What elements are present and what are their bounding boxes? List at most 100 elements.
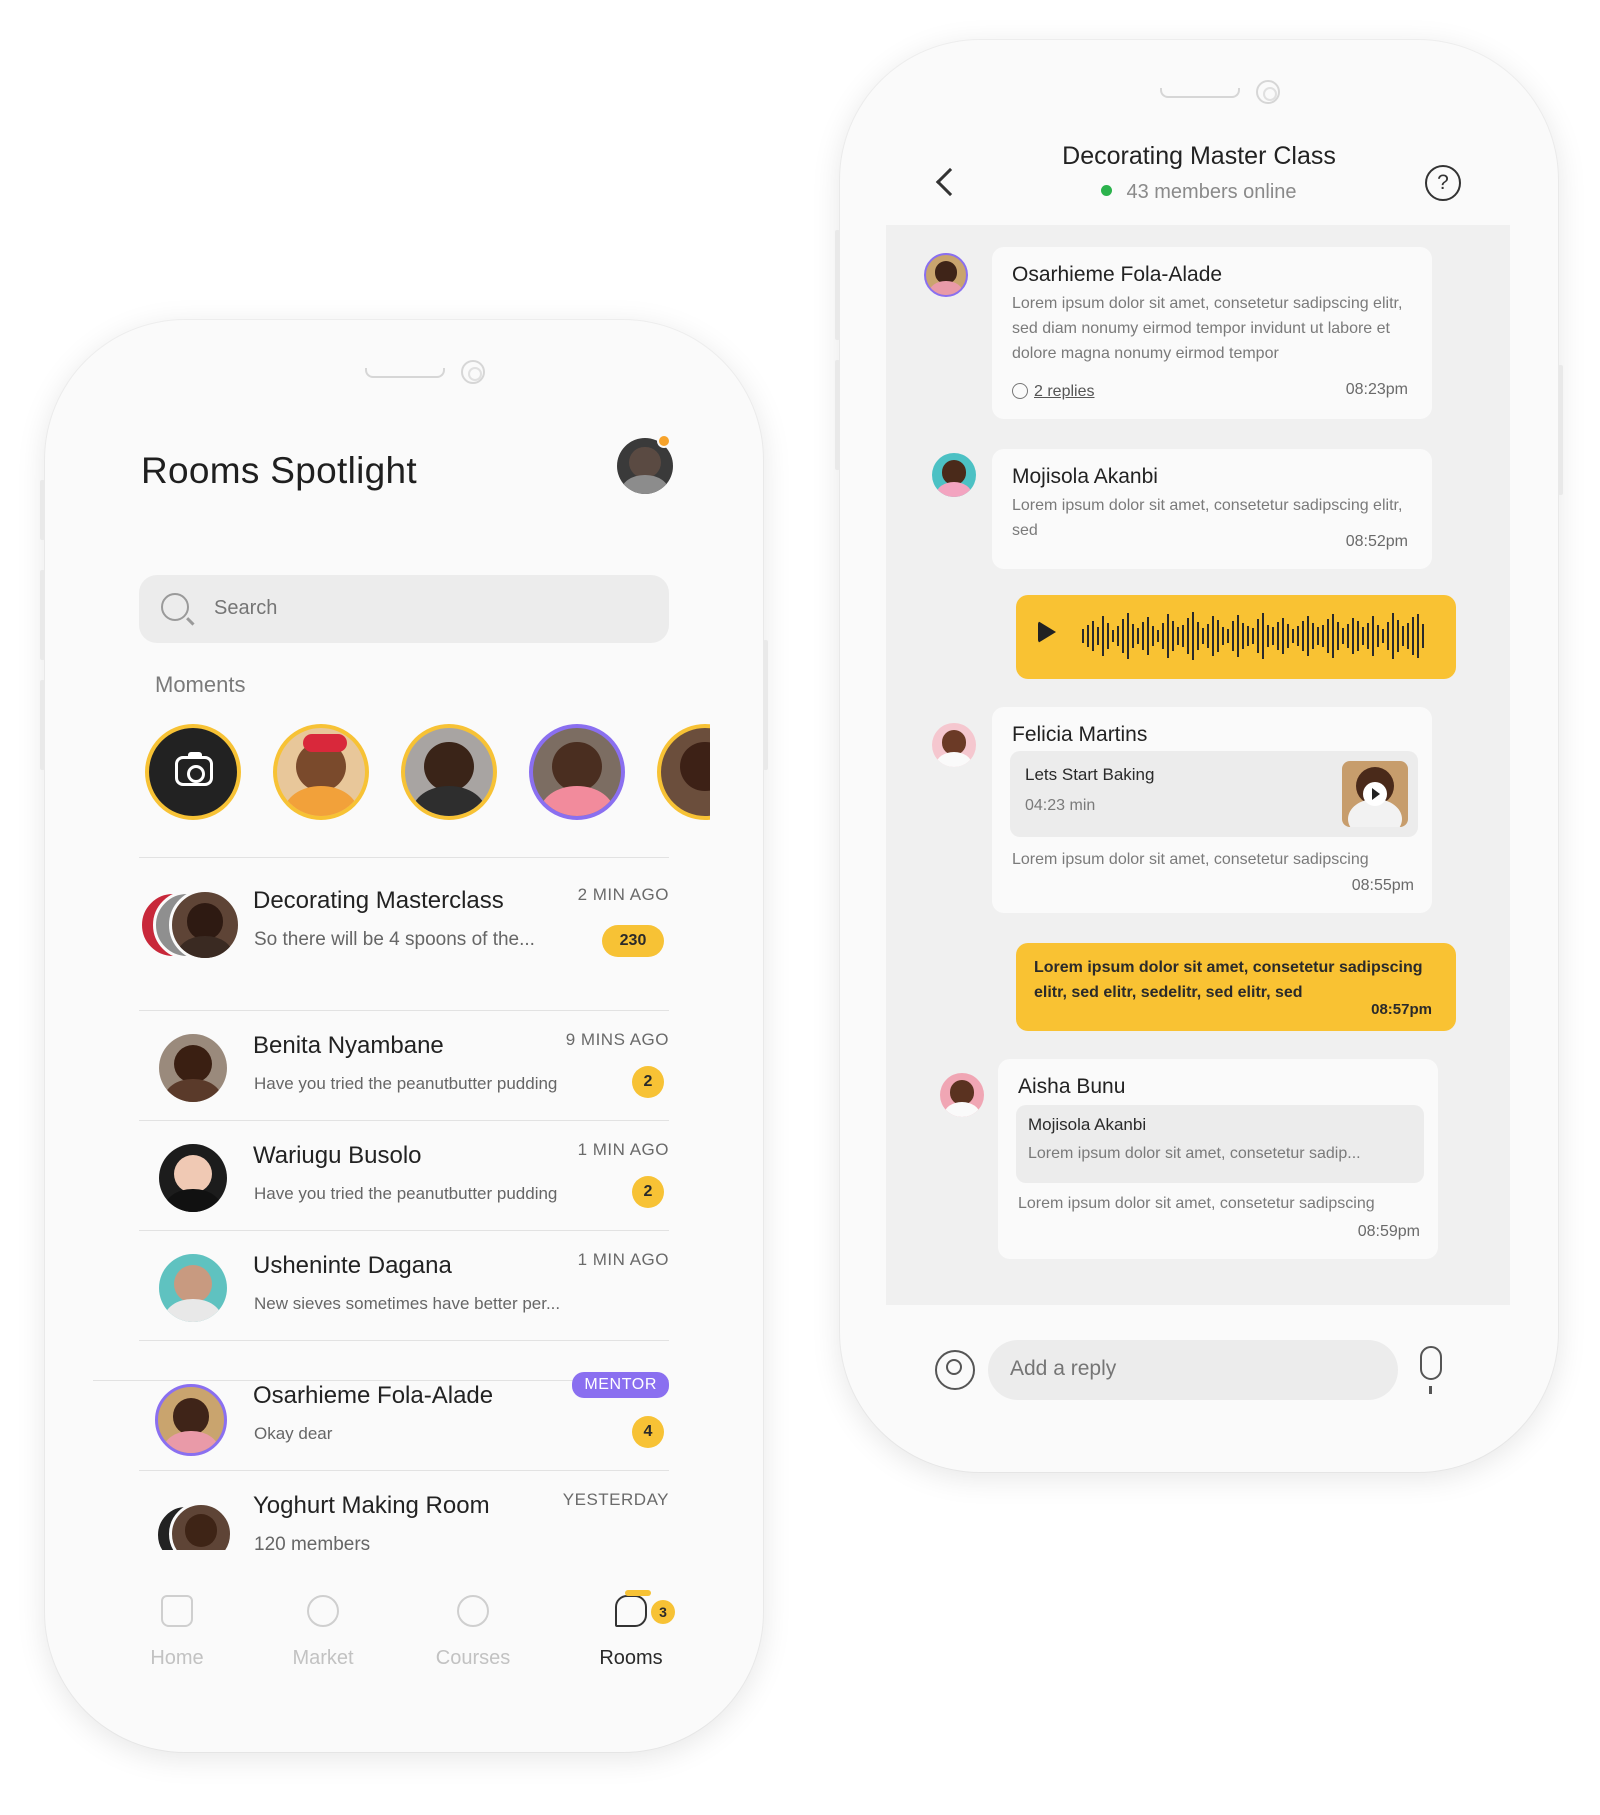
- room-name: Yoghurt Making Room: [253, 1492, 490, 1519]
- room-list-item[interactable]: Yoghurt Making Room 120 members YESTERDA…: [139, 1470, 719, 1550]
- tab-label: Rooms: [599, 1647, 663, 1669]
- waveform-bar: [1302, 621, 1304, 651]
- waveform-bar: [1397, 620, 1399, 652]
- avatar: [932, 453, 976, 497]
- waveform-bar: [1392, 613, 1394, 659]
- room-list-clip: Yoghurt Making Room 120 members YESTERDA…: [139, 1470, 719, 1550]
- phone-speaker: [365, 368, 445, 378]
- replies-icon: [1012, 383, 1028, 399]
- waveform-bar: [1242, 623, 1244, 649]
- phone-side-button: [40, 680, 45, 770]
- waveform-bar: [1407, 623, 1409, 649]
- play-icon[interactable]: [1038, 621, 1056, 643]
- avatar: [155, 1384, 227, 1456]
- moment-avatar[interactable]: [401, 724, 497, 820]
- message-time: 08:55pm: [1351, 877, 1414, 894]
- voice-message[interactable]: [1016, 595, 1456, 679]
- waveform-bar: [1187, 618, 1189, 654]
- waveform-bar: [1332, 614, 1334, 658]
- search-bar[interactable]: [139, 575, 669, 643]
- message-author: Aisha Bunu: [1018, 1075, 1126, 1098]
- message-bubble[interactable]: Aisha Bunu Mojisola Akanbi Lorem ipsum d…: [998, 1059, 1438, 1259]
- video-thumbnail[interactable]: [1342, 761, 1408, 827]
- attachment-duration: 04:23 min: [1025, 797, 1096, 814]
- search-input[interactable]: [214, 597, 614, 620]
- room-list-item[interactable]: Osarhieme Fola-Alade Okay dear MENTOR 4: [139, 1360, 719, 1470]
- message-bubble[interactable]: Osarhieme Fola-Alade Lorem ipsum dolor s…: [992, 247, 1432, 419]
- room-preview: 120 members: [254, 1534, 371, 1550]
- mic-icon[interactable]: [1420, 1346, 1442, 1394]
- unread-badge: 230: [602, 925, 664, 957]
- quote-author: Mojisola Akanbi: [1028, 1115, 1147, 1134]
- waveform-bar: [1107, 623, 1109, 649]
- rooms-icon: [615, 1595, 647, 1627]
- room-name: Osarhieme Fola-Alade: [253, 1382, 494, 1409]
- waveform-bar: [1167, 614, 1169, 658]
- waveform-bar: [1142, 622, 1144, 650]
- own-message-bubble[interactable]: Lorem ipsum dolor sit amet, consetetur s…: [1016, 943, 1456, 1031]
- room-time: 1 MIN AGO: [577, 1140, 669, 1159]
- room-name: Decorating Masterclass: [253, 887, 504, 914]
- room-list-item[interactable]: Usheninte Dagana New sieves sometimes ha…: [139, 1230, 719, 1340]
- replies-link[interactable]: 2 replies: [1012, 383, 1094, 401]
- waveform-bar: [1122, 619, 1124, 653]
- reply-input[interactable]: [1010, 1357, 1380, 1381]
- moment-avatar[interactable]: [657, 724, 710, 820]
- room-name: Benita Nyambane: [253, 1032, 444, 1059]
- play-icon: [1363, 782, 1387, 806]
- waveform-bar: [1082, 629, 1084, 643]
- camera-icon: [175, 752, 213, 786]
- waveform-bar: [1247, 626, 1249, 646]
- avatar: [169, 889, 241, 961]
- waveform-bar: [1092, 621, 1094, 651]
- room-time: 1 MIN AGO: [577, 1250, 669, 1269]
- waveform-bar: [1207, 624, 1209, 648]
- market-icon: [307, 1595, 339, 1627]
- room-list-item[interactable]: Wariugu Busolo Have you tried the peanut…: [139, 1120, 719, 1230]
- page-title: Rooms Spotlight: [141, 450, 417, 491]
- waveform-bar: [1227, 629, 1229, 643]
- waveform-bar: [1232, 621, 1234, 651]
- waveform-bar: [1402, 626, 1404, 646]
- waveform-bar: [1112, 630, 1114, 642]
- avatar: [940, 1073, 984, 1117]
- room-list-item[interactable]: Decorating Masterclass So there will be …: [139, 865, 719, 975]
- message-bubble[interactable]: Mojisola Akanbi Lorem ipsum dolor sit am…: [992, 449, 1432, 569]
- message-text: Lorem ipsum dolor sit amet, consetetur s…: [1012, 851, 1369, 868]
- waveform-bar: [1237, 615, 1239, 657]
- waveform-bar: [1422, 624, 1424, 648]
- waveform-bar: [1152, 626, 1154, 646]
- avatar: [159, 1254, 227, 1322]
- replies-count: 2 replies: [1034, 383, 1095, 400]
- search-icon: [161, 593, 189, 621]
- waveform-bar: [1357, 621, 1359, 651]
- waveform-bar: [1312, 623, 1314, 649]
- waveform-bar: [1277, 622, 1279, 650]
- flower-crown: [303, 734, 347, 752]
- reply-field[interactable]: [988, 1340, 1398, 1400]
- waveform-bar: [1117, 626, 1119, 646]
- phone-side-button: [40, 570, 45, 660]
- add-moment-button[interactable]: [145, 724, 241, 820]
- active-tab-indicator: [625, 1590, 651, 1596]
- phone-side-button: [835, 360, 840, 470]
- waveform-bar: [1172, 621, 1174, 651]
- room-list-item[interactable]: Benita Nyambane Have you tried the peanu…: [139, 1010, 719, 1120]
- avatar: [159, 1034, 227, 1102]
- emoji-icon[interactable]: [935, 1350, 975, 1390]
- waveform-bar: [1137, 628, 1139, 644]
- moment-avatar[interactable]: [529, 724, 625, 820]
- waveform-bar: [1307, 616, 1309, 656]
- moments-label: Moments: [155, 672, 246, 697]
- chat-thread: Osarhieme Fola-Alade Lorem ipsum dolor s…: [886, 225, 1510, 1305]
- message-bubble[interactable]: Felicia Martins Lets Start Baking 04:23 …: [992, 707, 1432, 913]
- waveform-bar: [1217, 620, 1219, 652]
- help-icon[interactable]: ?: [1425, 165, 1461, 201]
- waveform-bar: [1327, 619, 1329, 653]
- room-time: 2 MIN AGO: [577, 885, 669, 904]
- phone-side-button: [1558, 365, 1563, 495]
- video-attachment[interactable]: Lets Start Baking 04:23 min: [1010, 751, 1418, 837]
- attachment-title: Lets Start Baking: [1025, 765, 1155, 784]
- quoted-message[interactable]: Mojisola Akanbi Lorem ipsum dolor sit am…: [1016, 1105, 1424, 1183]
- moment-avatar[interactable]: [273, 724, 369, 820]
